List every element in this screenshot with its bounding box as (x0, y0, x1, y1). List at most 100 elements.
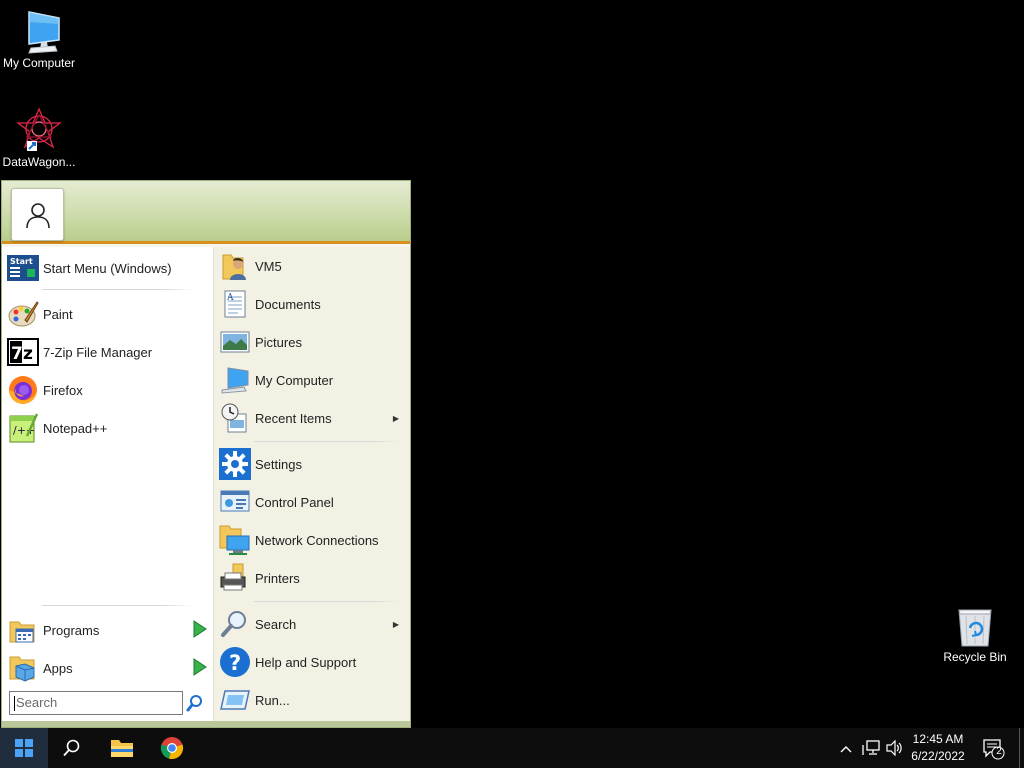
search-input[interactable]: Search (9, 691, 183, 715)
taskbar-chrome[interactable] (148, 728, 196, 768)
menu-item-control-panel[interactable]: Control Panel (219, 484, 405, 520)
pictures-icon (219, 326, 251, 358)
menu-item-documents[interactable]: A Documents (219, 286, 405, 322)
menu-item-settings[interactable]: Settings (219, 446, 405, 482)
separator (254, 601, 402, 602)
desktop-icon-datawagon[interactable]: DataWagon... (0, 107, 78, 169)
start-menu-header (2, 181, 410, 244)
menu-item-notepadpp[interactable]: /++ Notepad++ (7, 410, 207, 446)
printer-icon (219, 562, 251, 594)
menu-item-label: Network Connections (255, 532, 379, 548)
menu-item-recent-items[interactable]: Recent Items ▶ (219, 400, 405, 436)
menu-item-label: VM5 (255, 258, 282, 274)
menu-item-label: Notepad++ (43, 420, 108, 436)
menu-item-help-and-support[interactable]: ? Help and Support (219, 644, 405, 680)
run-icon (219, 684, 251, 716)
menu-item-apps[interactable]: Apps (7, 650, 207, 686)
submenu-arrow-icon: ▶ (392, 413, 399, 423)
menu-item-label: Search (255, 616, 297, 632)
menu-item-label: Pictures (255, 334, 302, 350)
start-menu: Start Start Menu (Windows) Paint 7z 7-Zi… (1, 180, 411, 728)
separator (42, 605, 194, 606)
expand-arrow-icon (193, 619, 207, 641)
volume-icon (886, 739, 902, 757)
firefox-icon (7, 374, 39, 406)
start-menu-footer (2, 721, 410, 727)
control-panel-icon (219, 486, 251, 518)
apps-folder-icon (7, 652, 39, 684)
search-icon (219, 608, 251, 640)
menu-item-label: Programs (43, 622, 100, 638)
notepadpp-icon: /++ (7, 412, 39, 444)
menu-item-label: Settings (255, 456, 302, 472)
start-menu-left-pane: Start Start Menu (Windows) Paint 7z 7-Zi… (2, 247, 213, 721)
programs-folder-icon (7, 614, 39, 646)
gear-icon (219, 448, 251, 480)
notification-center-button[interactable]: 2 (982, 738, 1006, 760)
expand-arrow-icon (193, 657, 207, 679)
computer-icon (219, 364, 251, 396)
notification-count-badge: 2 (996, 746, 1002, 757)
menu-item-label: Documents (255, 296, 321, 312)
desktop-icon-label: Recycle Bin (943, 650, 1007, 664)
menu-item-7zip[interactable]: 7z 7-Zip File Manager (7, 334, 207, 370)
chrome-icon (160, 737, 184, 760)
start-menu-tile-icon: Start (7, 252, 39, 284)
svg-text:A: A (226, 293, 234, 303)
menu-item-network-connections[interactable]: Network Connections (219, 522, 405, 558)
7zip-icon: 7z (7, 336, 39, 368)
volume-tray-button[interactable] (886, 739, 904, 761)
menu-item-paint[interactable]: Paint (7, 296, 207, 332)
paint-icon (7, 298, 39, 330)
separator (42, 289, 194, 290)
desktop-icon-label: My Computer (2, 56, 76, 70)
menu-item-label: Start Menu (Windows) (43, 260, 172, 276)
desktop-icon-recycle-bin[interactable]: Recycle Bin (936, 604, 1014, 664)
taskbar: 12:45 AM 6/22/2022 2 (0, 728, 1024, 768)
recent-items-icon (219, 402, 251, 434)
svg-text:z: z (23, 344, 33, 364)
desktop-icon-label: DataWagon... (2, 155, 76, 169)
search-icon[interactable] (185, 693, 205, 713)
menu-item-printers[interactable]: Printers (219, 560, 405, 596)
windows-start-icon (15, 739, 33, 757)
menu-item-label: Printers (255, 570, 300, 586)
menu-item-programs[interactable]: Programs (7, 612, 207, 648)
menu-item-pictures[interactable]: Pictures (219, 324, 405, 360)
network-icon (862, 740, 880, 755)
user-avatar-icon (26, 203, 50, 229)
show-hidden-icons-button[interactable] (840, 741, 852, 759)
menu-item-search[interactable]: Search ▶ (219, 606, 405, 642)
menu-item-run[interactable]: Run... (219, 682, 405, 718)
network-tray-button[interactable] (862, 740, 880, 761)
taskbar-search-button[interactable] (48, 728, 96, 768)
chevron-up-icon (840, 746, 852, 753)
svg-text:?: ? (229, 651, 241, 675)
taskbar-file-explorer[interactable] (98, 728, 146, 768)
desktop-icon-my-computer[interactable]: My Computer (0, 10, 78, 70)
menu-item-my-computer[interactable]: My Computer (219, 362, 405, 398)
user-avatar[interactable] (11, 188, 64, 241)
menu-item-label: Firefox (43, 382, 83, 398)
menu-item-label: Run... (255, 692, 290, 708)
start-button[interactable] (0, 728, 48, 768)
show-desktop-button[interactable] (1019, 728, 1024, 768)
menu-item-label: 7-Zip File Manager (43, 344, 153, 360)
menu-item-label: Help and Support (255, 654, 357, 670)
separator (254, 441, 402, 442)
datawagon-icon (16, 107, 62, 151)
menu-item-vm5[interactable]: VM5 (219, 248, 405, 284)
menu-item-start-menu-windows[interactable]: Start Start Menu (Windows) (7, 250, 207, 286)
menu-item-label: Paint (43, 306, 73, 322)
svg-text:Start: Start (10, 257, 33, 266)
network-icon (219, 524, 251, 556)
menu-item-label: Apps (43, 660, 73, 676)
clock-time: 12:45 AM (912, 732, 964, 746)
recycle-bin-icon (958, 609, 992, 647)
clock[interactable]: 12:45 AM 6/22/2022 (905, 731, 971, 765)
file-explorer-icon (111, 740, 133, 757)
menu-item-label: My Computer (255, 372, 334, 388)
submenu-arrow-icon: ▶ (392, 619, 399, 629)
computer-icon (28, 11, 60, 54)
menu-item-firefox[interactable]: Firefox (7, 372, 207, 408)
